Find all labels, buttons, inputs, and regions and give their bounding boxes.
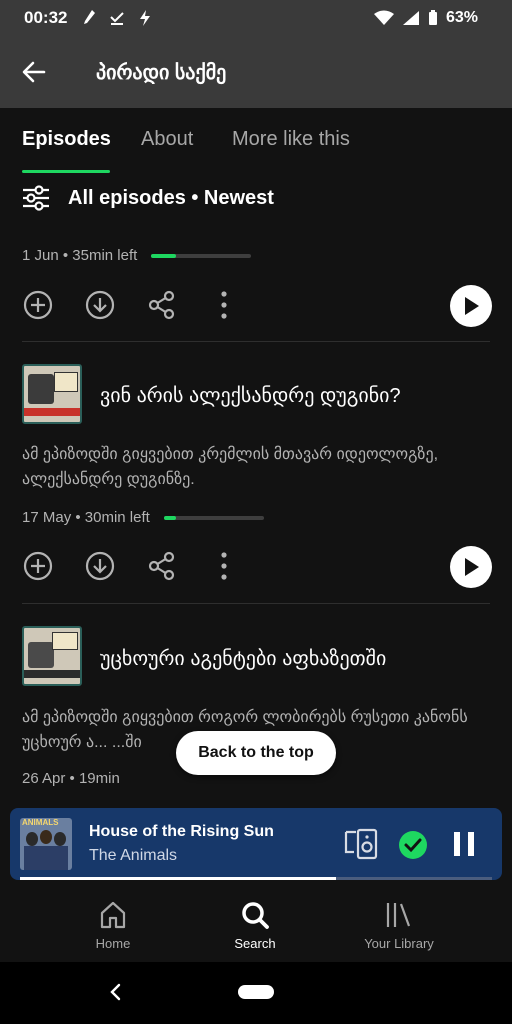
nav-search[interactable]: Search [200, 900, 310, 951]
play-icon [465, 558, 479, 576]
add-icon [23, 551, 53, 581]
episode-actions [22, 546, 492, 590]
bottom-navigation: Home Search Your Library [0, 890, 512, 962]
devices-button[interactable] [344, 828, 378, 865]
episode-filter[interactable]: All episodes • Newest [22, 185, 274, 211]
track-artist: The Animals [89, 847, 178, 864]
episode-thumbnail[interactable] [22, 364, 82, 424]
library-icon [386, 903, 412, 927]
nav-library[interactable]: Your Library [344, 900, 454, 951]
download-done-icon [110, 12, 125, 25]
add-icon [23, 290, 53, 320]
episode-meta: 1 Jun • 35min left [22, 247, 252, 264]
more-icon [221, 291, 227, 319]
devices-icon [344, 828, 378, 860]
add-button[interactable] [22, 550, 54, 582]
filter-label: All episodes • Newest [68, 186, 274, 209]
download-button[interactable] [84, 550, 116, 582]
saved-button[interactable] [398, 830, 428, 865]
nav-search-label: Search [234, 936, 276, 951]
status-time: 00:32 [24, 8, 68, 27]
download-icon [85, 551, 115, 581]
pause-button[interactable] [452, 830, 476, 863]
battery-icon [428, 10, 437, 25]
episode-date-duration: 26 Apr • 19min [22, 770, 120, 787]
tab-episodes[interactable]: Episodes [22, 128, 111, 151]
more-options-button[interactable] [208, 550, 240, 582]
nav-home[interactable]: Home [58, 900, 168, 951]
back-to-top-button[interactable]: Back to the top [176, 731, 336, 775]
check-icon [399, 831, 427, 859]
share-icon [148, 551, 175, 581]
playback-progress [20, 877, 492, 880]
episode-meta: 17 May • 30min left [22, 509, 264, 526]
wifi-icon [373, 10, 394, 25]
system-home-pill[interactable] [238, 985, 274, 999]
tab-bar: Episodes About More like this [0, 108, 512, 172]
album-art: ANIMALS [20, 818, 72, 870]
track-title: House of the Rising Sun [89, 823, 274, 840]
system-status: 63% [373, 9, 478, 27]
share-icon [148, 290, 175, 320]
episode-progress [163, 515, 264, 520]
play-icon [465, 297, 479, 315]
play-button[interactable] [450, 546, 492, 588]
divider [22, 341, 490, 342]
add-button[interactable] [22, 289, 54, 321]
back-button[interactable] [6, 44, 62, 100]
episode-actions [22, 285, 492, 329]
tab-about[interactable]: About [141, 128, 193, 151]
episode-date-duration: 17 May • 30min left [22, 509, 150, 526]
notification-icons [81, 9, 153, 27]
more-icon [221, 552, 227, 580]
tab-more-like-this[interactable]: More like this [232, 128, 350, 151]
pause-icon [454, 832, 474, 856]
filter-icon [23, 185, 49, 211]
more-options-button[interactable] [208, 289, 240, 321]
episode-title[interactable]: ვინ არის ალექსანდრე დუგინი? [100, 383, 490, 409]
episode-description: ამ ეპიზოდში გიყვებით კრემლის მთავარ იდეო… [22, 446, 439, 488]
divider [22, 603, 490, 604]
share-button[interactable] [146, 289, 178, 321]
pen-icon [84, 10, 96, 24]
episode-title[interactable]: უცხოური აგენტები აფხაზეთში [100, 646, 490, 672]
album-art-text: ANIMALS [22, 818, 59, 827]
episode-progress [151, 253, 252, 258]
app-bar: პირადი საქმე [0, 36, 512, 108]
system-back-icon[interactable] [104, 980, 128, 1004]
episode-meta: 26 Apr • 19min [22, 770, 120, 787]
episode-date-duration: 1 Jun • 35min left [22, 247, 138, 264]
arrow-back-icon [22, 61, 46, 83]
download-icon [85, 290, 115, 320]
page-title: პირადი საქმე [96, 61, 227, 84]
battery-level: 63% [445, 9, 478, 26]
play-button[interactable] [450, 285, 492, 327]
usb-icon [140, 10, 151, 26]
episode-thumbnail[interactable] [22, 626, 82, 686]
active-tab-indicator [22, 170, 110, 173]
mini-player[interactable]: ANIMALS House of the Rising Sun The Anim… [10, 808, 502, 880]
download-button[interactable] [84, 289, 116, 321]
search-icon [242, 902, 269, 929]
status-bar: 00:32 63% [0, 0, 512, 36]
signal-icon [402, 11, 419, 25]
nav-library-label: Your Library [364, 936, 434, 951]
home-icon [100, 901, 126, 929]
nav-home-label: Home [95, 936, 131, 951]
share-button[interactable] [146, 550, 178, 582]
